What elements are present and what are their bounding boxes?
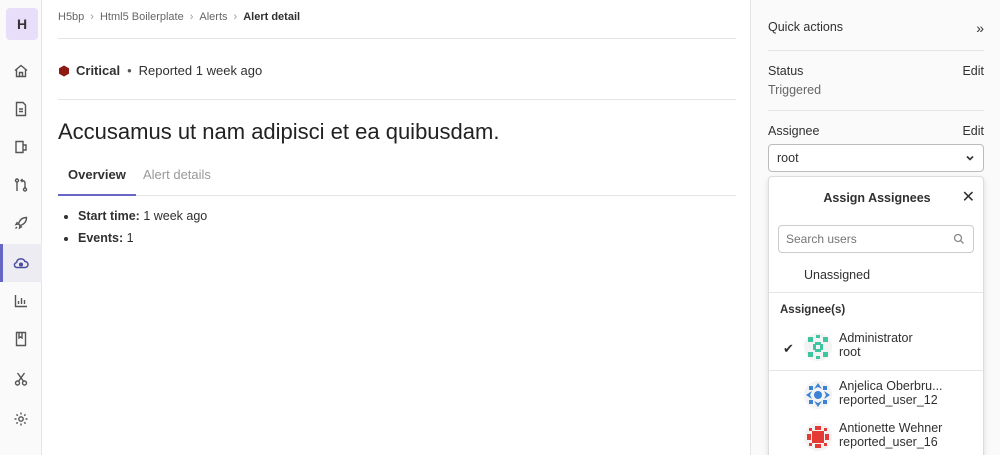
avatar [804, 333, 832, 361]
alert-title: Accusamus ut nam adipisci et ea quibusda… [58, 119, 500, 144]
right-sidebar: Quick actions » Status Edit Triggered As… [750, 0, 1000, 455]
divider [768, 110, 984, 111]
list-item: Start time: 1 week ago [78, 208, 207, 224]
breadcrumb-separator-icon: › [233, 11, 238, 23]
user-option-anjelica[interactable]: Anjelica Oberbru... reported_user_12 [769, 379, 983, 419]
severity-critical-icon [59, 65, 69, 76]
settings-icon[interactable] [0, 400, 42, 438]
avatar [804, 423, 832, 451]
analytics-icon[interactable] [0, 282, 42, 320]
user-username: root [839, 345, 861, 359]
home-icon[interactable] [0, 52, 42, 90]
severity-label: Critical [76, 63, 121, 78]
user-username: reported_user_16 [839, 435, 938, 449]
list-item: Events: 1 [78, 230, 207, 246]
breadcrumb-item[interactable]: Alerts [199, 11, 227, 23]
divider [58, 99, 736, 100]
check-icon: ✔ [783, 341, 794, 356]
assignee-select[interactable]: root [768, 144, 984, 172]
breadcrumb-separator-icon: › [189, 11, 194, 23]
issues-icon[interactable] [0, 90, 42, 128]
alert-detail-page: H H5bp › Html5 Boilerplate › Alerts › Al… [0, 0, 1000, 455]
dropdown-title: Assign Assignees [823, 191, 931, 205]
user-name: Administrator [839, 331, 913, 345]
tab-bar: Overview Alert details [58, 158, 736, 196]
start-time-label: Start time: [78, 209, 140, 223]
breadcrumb-separator-icon: › [90, 11, 94, 23]
divider [769, 370, 983, 371]
user-name: Anjelica Oberbru... [839, 379, 943, 393]
snippets-icon[interactable] [0, 360, 42, 398]
nav-sidebar: H [0, 0, 42, 455]
start-time-value: 1 week ago [143, 209, 208, 223]
assignees-section-label: Assignee(s) [780, 304, 846, 316]
search-icon [953, 233, 964, 244]
project-avatar[interactable]: H [6, 8, 38, 40]
collapse-sidebar-icon[interactable]: » [976, 20, 984, 36]
breadcrumb-item[interactable]: H5bp [58, 11, 84, 23]
close-icon[interactable]: ✕ [962, 187, 975, 207]
divider [58, 38, 736, 39]
assignee-dropdown: Assign Assignees ✕ Unassigned Assignee(s… [768, 176, 984, 455]
chevron-down-icon [966, 155, 974, 161]
user-option-administrator[interactable]: ✔ Administrator root [769, 331, 983, 371]
events-value: 1 [126, 231, 134, 245]
deployments-icon[interactable] [0, 204, 42, 242]
breadcrumb-item[interactable]: Html5 Boilerplate [100, 11, 184, 23]
project-initial: H [16, 16, 28, 32]
wiki-icon[interactable] [0, 320, 42, 358]
overview-list: Start time: 1 week ago Events: 1 [78, 208, 207, 252]
assignee-row: Assignee Edit [768, 124, 984, 138]
merge-requests-icon[interactable] [0, 128, 42, 166]
avatar [804, 381, 832, 409]
alert-header: Critical • Reported 1 week ago [58, 63, 262, 78]
reported-time: 1 week ago [195, 63, 263, 78]
quick-actions-row: Quick actions » [768, 20, 984, 36]
operations-icon[interactable] [0, 244, 42, 282]
tab-alert-details[interactable]: Alert details [133, 158, 221, 196]
divider [769, 292, 983, 293]
main-content: H5bp › Html5 Boilerplate › Alerts › Alert deta… [58, 0, 736, 455]
assignee-label: Assignee [768, 124, 820, 138]
status-value: Triggered [768, 83, 822, 97]
assignee-selected-value: root [777, 151, 799, 165]
status-label: Status [768, 64, 804, 78]
unassigned-option[interactable]: Unassigned [804, 268, 870, 282]
divider [768, 50, 984, 51]
quick-actions-label: Quick actions [768, 20, 844, 34]
bullet-separator: • [127, 63, 132, 78]
status-edit-button[interactable]: Edit [962, 64, 984, 78]
events-label: Events: [78, 231, 124, 245]
tab-overview[interactable]: Overview [58, 158, 136, 196]
status-row: Status Edit Triggered [768, 64, 984, 97]
breadcrumb-current: Alert detail [243, 11, 301, 23]
user-username: reported_user_12 [839, 393, 938, 407]
user-option-antionette[interactable]: Antionette Wehner reported_user_16 [769, 421, 983, 455]
breadcrumb: H5bp › Html5 Boilerplate › Alerts › Alert deta… [58, 11, 300, 23]
repository-icon[interactable] [0, 166, 42, 204]
assignee-edit-button[interactable]: Edit [962, 124, 984, 138]
search-users-input[interactable] [778, 225, 974, 253]
user-name: Antionette Wehner [839, 421, 943, 435]
reported-label: Reported [138, 63, 193, 78]
